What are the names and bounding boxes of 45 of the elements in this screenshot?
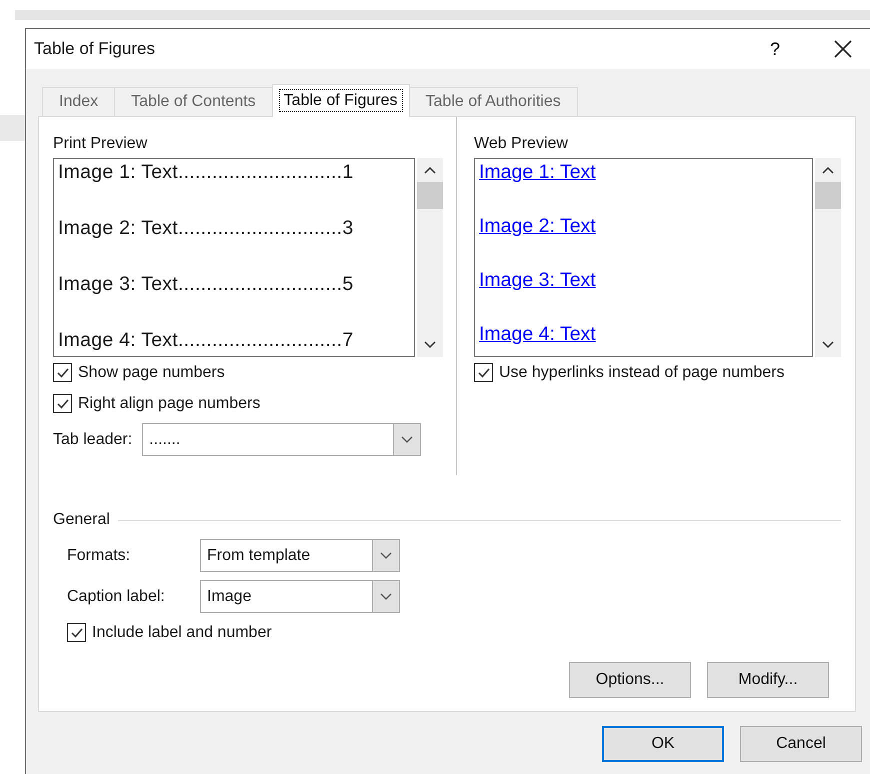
checkbox-label: Show page numbers [78,364,225,382]
help-button[interactable]: ? [764,38,786,60]
scroll-thumb[interactable] [417,182,443,209]
window-title: Table of Figures [34,39,156,59]
dialog-button[interactable]: Modify... [707,662,829,698]
tab[interactable]: Table of Authorities [408,87,578,116]
chevron-down-icon[interactable] [380,552,392,560]
scroll-up-icon[interactable] [424,166,436,174]
field-label: Formats: [67,546,132,564]
preview-entry: Image 2: Text.............................3 [58,217,354,239]
preview-link[interactable]: Image 3: Text [479,269,596,291]
scroll-down-icon[interactable] [424,341,436,349]
group-title: General [53,511,110,529]
checkbox[interactable] [53,363,72,382]
scroll-down-icon[interactable] [822,341,834,349]
preview-link[interactable]: Image 4: Text [479,323,596,345]
preview-entry: Image 4: Text.............................7 [58,329,354,351]
checkbox[interactable] [67,623,86,642]
chevron-down-icon[interactable] [401,436,414,444]
dialog-button[interactable]: OK [602,726,724,762]
checkbox[interactable] [474,363,493,382]
preview-entry: Image 1: Text.............................1 [58,161,354,183]
tab[interactable]: Index [42,87,116,116]
preview-entry: Image 3: Text.............................5 [58,273,354,295]
tab-leader-dropdown[interactable]: ....... [142,423,422,456]
tab[interactable]: Table of Figures [272,84,410,117]
chevron-down-icon[interactable] [380,592,392,600]
dropdown[interactable]: Image [200,580,400,613]
scrollbar[interactable] [417,158,443,357]
checkbox-label: Right align page numbers [78,394,260,412]
checkbox[interactable] [53,394,72,413]
checkbox-label: Use hyperlinks instead of page numbers [499,364,784,382]
preview-link[interactable]: Image 1: Text [479,161,596,183]
scroll-up-icon[interactable] [822,166,834,174]
dropdown[interactable]: From template [200,539,400,572]
scrollbar[interactable] [815,158,841,357]
dialog-button[interactable]: Cancel [740,726,862,762]
web-preview-label: Web Preview [474,135,569,153]
tab-leader-label: Tab leader: [53,430,132,448]
field-label: Caption label: [67,588,166,606]
dialog-button[interactable]: Options... [569,662,691,698]
preview-link[interactable]: Image 2: Text [479,215,596,237]
print-preview-label: Print Preview [53,135,148,153]
checkbox-label: Include label and number [92,624,272,642]
scroll-thumb[interactable] [815,182,841,209]
